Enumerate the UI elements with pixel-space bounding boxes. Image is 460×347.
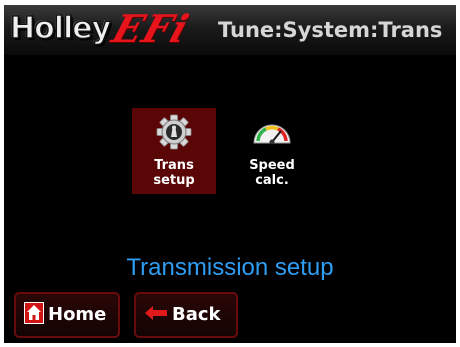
home-icon xyxy=(24,302,44,328)
efi-logo: EFi xyxy=(106,6,195,51)
back-arrow-icon xyxy=(144,305,168,325)
back-label: Back xyxy=(172,304,221,325)
speedometer-gauge-icon xyxy=(230,114,314,150)
trans-setup-label: Trans setup xyxy=(153,158,195,188)
back-button[interactable]: Back xyxy=(134,292,238,338)
trans-setup-tile[interactable]: Trans setup xyxy=(132,108,216,194)
display-screen: Holley EFi Tune:System:Trans Trans setup… xyxy=(4,5,456,343)
home-label: Home xyxy=(48,304,107,325)
page-title: Tune:System:Trans xyxy=(218,18,443,42)
holley-logo: Holley xyxy=(9,10,112,47)
speed-calc-tile[interactable]: Speed calc. xyxy=(230,108,314,194)
home-button[interactable]: Home xyxy=(14,292,120,338)
header-bar: Holley EFi Tune:System:Trans xyxy=(4,5,456,55)
selection-description: Transmission setup xyxy=(126,254,334,281)
gear-cog-icon xyxy=(132,114,216,150)
speed-calc-label: Speed calc. xyxy=(249,158,295,188)
